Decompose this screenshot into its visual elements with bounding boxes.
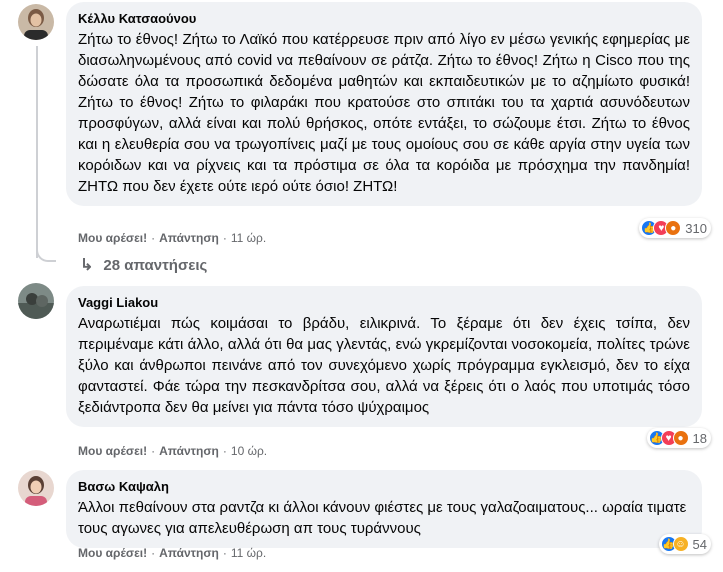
avatar[interactable] [18,470,54,506]
reactions-summary[interactable]: 👍 ♥ ● 18 [646,428,711,448]
comment-bubble: Βασω Καψαλη Άλλοι πεθαίνουν στα ραντζα κ… [66,470,702,548]
separator-dot: · [151,546,156,560]
reactions-summary[interactable]: 👍 ☺ 54 [658,534,711,554]
comment-bubble: Κέλλυ Κατσαούνου Ζήτω το έθνος! Ζήτω το … [66,2,702,206]
comment-bubble: Vaggi Liakou Αναρωτιέμαι πώς κοιμάσαι το… [66,286,702,427]
comment-1: Κέλλυ Κατσαούνου Ζήτω το έθνος! Ζήτω το … [18,2,717,250]
comment-actions: Μου αρέσει! · Απάντηση · 10 ώρ. [78,444,267,458]
like-button[interactable]: Μου αρέσει! [78,546,147,560]
comment-3: Βασω Καψαλη Άλλοι πεθαίνουν στα ραντζα κ… [18,470,717,565]
reaction-count: 54 [692,536,707,552]
haha-reaction-icon: ☺ [672,536,689,552]
replies-count-label: 28 απαντήσεις [103,256,208,274]
reaction-count: 18 [692,430,707,446]
separator-dot: · [222,546,227,560]
comment-timestamp[interactable]: 10 ώρ. [231,444,267,458]
separator-dot: · [151,231,156,245]
comment-author[interactable]: Vaggi Liakou [78,294,690,311]
reply-button[interactable]: Απάντηση [159,546,219,560]
comment-timestamp[interactable]: 11 ώρ. [231,231,266,245]
profile-photo [18,470,54,506]
comment-2: Vaggi Liakou Αναρωτιέμαι πώς κοιμάσαι το… [18,283,717,463]
comment-author[interactable]: Κέλλυ Κατσαούνου [78,10,690,27]
reply-arrow-icon: ↳ [80,257,94,274]
separator-dot: · [151,444,156,458]
angry-reaction-icon: ● [665,220,682,236]
avatar[interactable] [18,4,54,40]
separator-dot: · [222,444,227,458]
reply-button[interactable]: Απάντηση [159,444,219,458]
comment-text: Ζήτω το έθνος! Ζήτω το Λαϊκό που κατέρρε… [78,31,690,195]
comment-timestamp[interactable]: 11 ώρ. [231,546,266,560]
profile-photo [18,4,54,40]
view-replies-link[interactable]: ↳ 28 απαντήσεις [80,255,207,275]
angry-reaction-icon: ● [672,430,689,446]
comment-actions: Μου αρέσει! · Απάντηση · 11 ώρ. [78,546,266,560]
reply-button[interactable]: Απάντηση [159,231,219,245]
separator-dot: · [222,231,227,245]
comment-text: Αναρωτιέμαι πώς κοιμάσαι το βράδυ, ειλικ… [78,315,690,416]
reactions-summary[interactable]: 👍 ♥ ● 310 [639,218,711,238]
comment-author[interactable]: Βασω Καψαλη [78,478,690,495]
like-button[interactable]: Μου αρέσει! [78,444,147,458]
comment-actions: Μου αρέσει! · Απάντηση · 11 ώρ. [78,231,266,245]
comment-text: Άλλοι πεθαίνουν στα ραντζα κι άλλοι κάνο… [78,499,687,537]
profile-photo [18,283,54,319]
like-button[interactable]: Μου αρέσει! [78,231,147,245]
reaction-count: 310 [685,220,707,236]
avatar[interactable] [18,283,54,319]
